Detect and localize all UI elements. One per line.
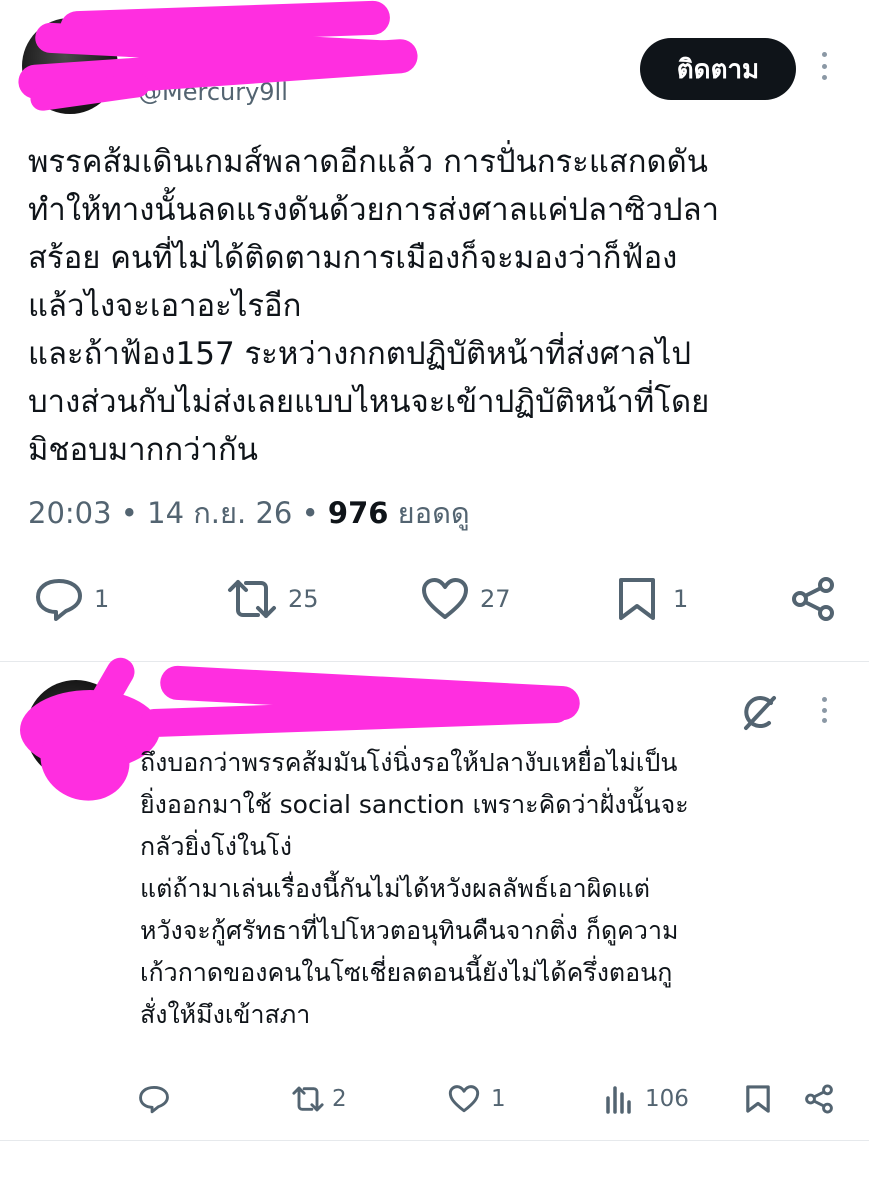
post-text-line: และถ้าฟ้อง157 ระหว่างกกตปฏิบัติหน้าที่ส่…: [28, 336, 692, 372]
reply-text: ถึงบอกว่าพรรคส้มมันโง่นิ่งรอให้ปลางับเหย…: [140, 742, 850, 1036]
comment-icon: [139, 1086, 169, 1114]
post-text-line: สร้อย คนที่ไม่ได้ติดตามการเมืองก็จะมองว่…: [28, 240, 678, 276]
repost-icon: [292, 1086, 324, 1112]
repost-button[interactable]: 25: [224, 576, 319, 622]
like-button[interactable]: 27: [420, 576, 511, 622]
comment-icon: [36, 579, 82, 621]
post-date[interactable]: 14 ก.ย. 26: [147, 496, 292, 530]
reply-repost-count: 2: [332, 1086, 347, 1112]
reply-text-line: สั่งให้มึงเข้าสภา: [140, 1000, 311, 1029]
more-icon[interactable]: [819, 52, 829, 80]
reply-text-line: แต่ถ้ามาเล่นเรื่องนี้กันไม่ได้หวังผลลัพธ…: [140, 874, 650, 903]
post-meta: 20:03 • 14 ก.ย. 26 • 976 ยอดดู: [28, 490, 470, 536]
post-text: พรรคส้มเดินเกมส์พลาดอีกแล้ว การปั่นกระแส…: [28, 138, 848, 474]
separator-dot: •: [301, 496, 319, 530]
reply-like-button[interactable]: 1: [447, 1084, 506, 1114]
post-text-line: แล้วไงจะเอาอะไรอีก: [28, 288, 302, 324]
post-text-line: ทำให้ทางนั้นลดแรงดันด้วยการส่งศาลแค่ปลาซ…: [28, 192, 719, 228]
share-icon: [805, 1084, 833, 1114]
reply-text-line: หวังจะกู้ศรัทธาที่ไปโหวตอนุทินคืนจากติ่ง…: [140, 916, 679, 945]
divider: [0, 1140, 869, 1141]
views-label: ยอดดู: [397, 496, 470, 530]
like-count: 27: [480, 585, 511, 613]
follow-button[interactable]: ติดตาม: [640, 38, 796, 100]
reply-views-count: 106: [645, 1086, 689, 1112]
heart-icon: [422, 578, 468, 619]
reply-text-line: ยิ่งออกมาใช้ social sanction เพราะคิดว่า…: [140, 790, 689, 819]
bookmark-icon: [619, 578, 655, 620]
heart-icon: [448, 1085, 480, 1113]
bookmark-icon: [746, 1085, 770, 1113]
reply-count: 1: [94, 585, 110, 613]
post-text-line: บางส่วนกับไม่ส่งเลยแบบไหนจะเข้าปฏิบัติหน…: [28, 384, 710, 420]
views-count: 976: [327, 496, 389, 530]
reply-share-button[interactable]: [804, 1084, 834, 1114]
repost-icon: [228, 580, 276, 618]
grok-icon[interactable]: [738, 692, 778, 736]
share-icon: [792, 577, 834, 621]
reply-repost-button[interactable]: 2: [290, 1084, 347, 1114]
bookmark-count: 1: [673, 585, 689, 613]
reply-views-button[interactable]: 106: [605, 1084, 689, 1114]
views-icon: [606, 1086, 631, 1114]
post-text-line: มิชอบมากกว่ากัน: [28, 432, 258, 468]
reply-text-line: ถึงบอกว่าพรรคส้มมันโง่นิ่งรอให้ปลางับเหย…: [140, 748, 678, 777]
bookmark-button[interactable]: 1: [615, 576, 688, 622]
repost-count: 25: [288, 585, 319, 613]
separator-dot: •: [120, 496, 138, 530]
share-button[interactable]: [790, 576, 836, 622]
reply-text-line: เก้วกาดของคนในโซเชี่ยลตอนนี้ยังไม่ได้ครึ…: [140, 958, 673, 987]
reply-like-count: 1: [491, 1086, 506, 1112]
more-icon[interactable]: [819, 697, 829, 723]
reply-button[interactable]: 1: [34, 576, 109, 622]
reply-text-line: กลัวยิ่งโง่ในโง่: [140, 832, 292, 861]
post-time[interactable]: 20:03: [28, 496, 112, 530]
reply-bookmark-button[interactable]: [744, 1084, 772, 1114]
reply-reply-button[interactable]: [138, 1084, 176, 1114]
post-text-line: พรรคส้มเดินเกมส์พลาดอีกแล้ว การปั่นกระแส…: [28, 144, 708, 180]
